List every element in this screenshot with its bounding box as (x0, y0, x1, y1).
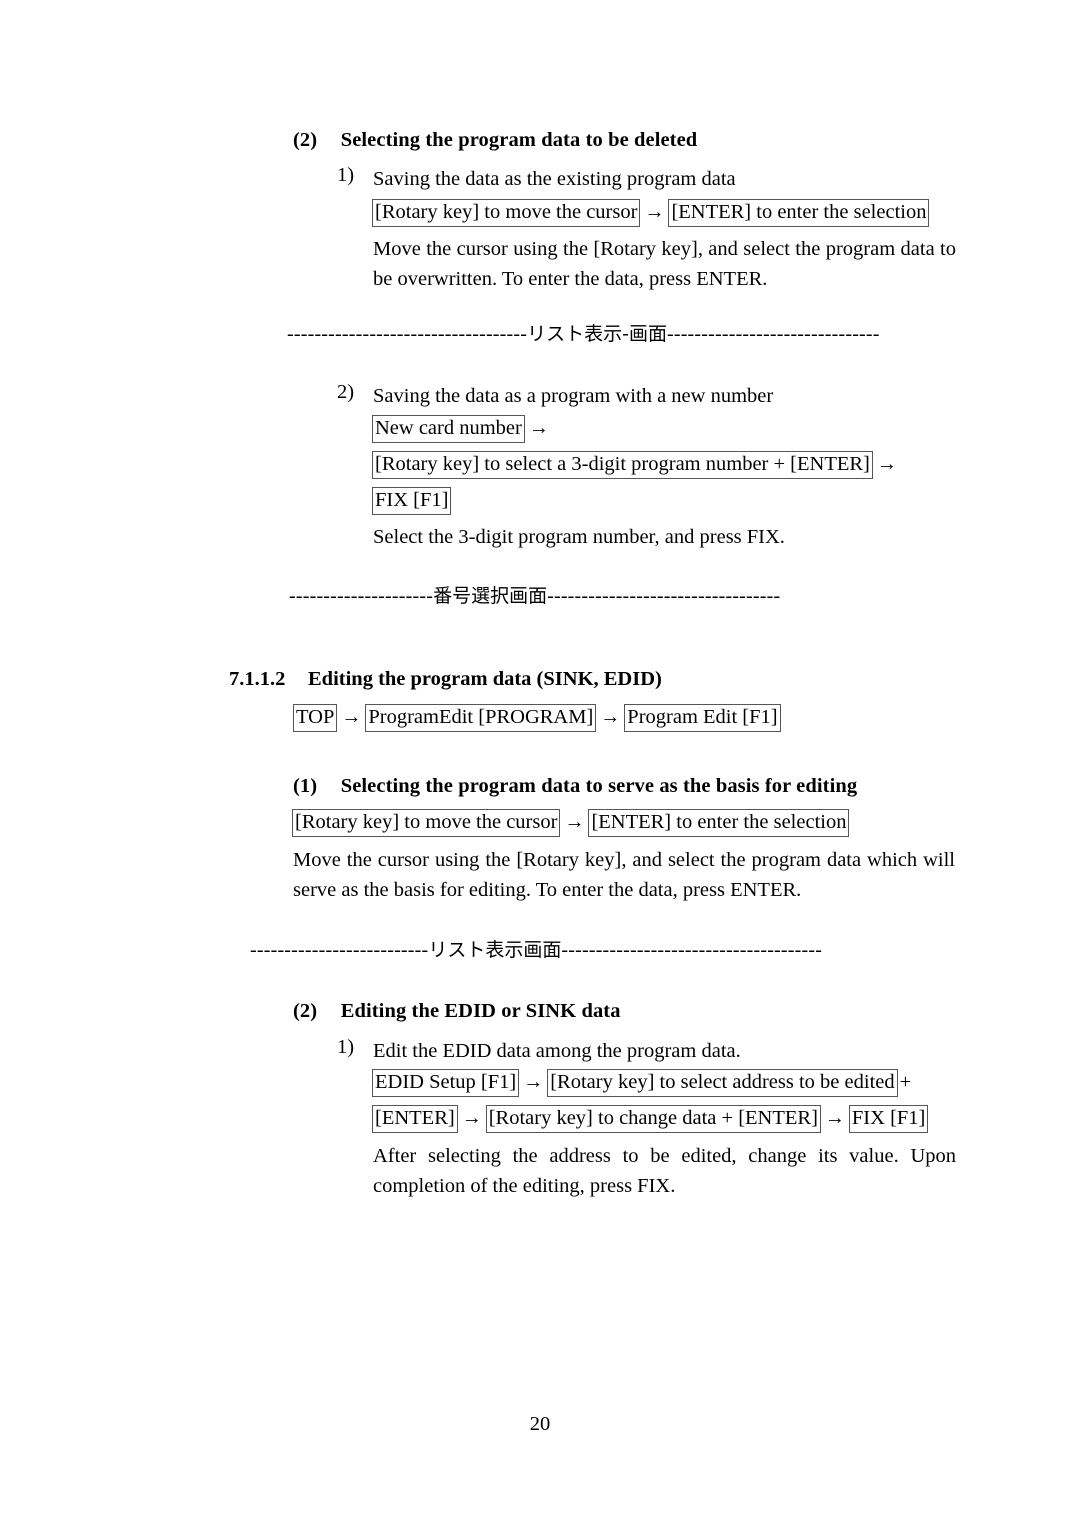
key-box-fix-f1[interactable]: FIX [F1] (848, 1105, 929, 1133)
page-number: 20 (529, 1413, 551, 1435)
key-box-rotary-change-data[interactable]: [Rotary key] to change data + [ENTER] (485, 1105, 821, 1133)
section-heading-text: Selecting the program data to be deleted (340, 129, 698, 151)
section-heading-deleted: (2) Selecting the program data to be del… (293, 129, 697, 152)
key-box-fix-f1[interactable]: FIX [F1] (372, 487, 452, 515)
plus-symbol: + (899, 1071, 912, 1093)
arrow-icon: → (341, 706, 362, 728)
separator-label: 番号選択画面 (433, 585, 548, 607)
section-number-7112: 7.1.1.2 (229, 668, 286, 690)
description-after-selecting: After selecting the address to be edited… (373, 1145, 956, 1197)
arrow-icon: → (523, 1071, 544, 1093)
separator-number-selection-screen: ---------------------番号選択画面-------------… (289, 581, 780, 608)
arrow-icon: → (824, 1107, 845, 1129)
key-box-rotary-select-3digit[interactable]: [Rotary key] to select a 3-digit program… (372, 451, 873, 479)
key-box-rotary-move-cursor[interactable]: [Rotary key] to move the cursor (292, 809, 561, 837)
item-marker-1: 1) (337, 164, 355, 186)
separator-dashes-right: -------------------------------------- (561, 939, 823, 961)
key-sequence-fix-f1: FIX [F1] (372, 487, 452, 515)
part-heading-text: Editing the EDID or SINK data (340, 1000, 621, 1022)
separator-list-display-screen-2: --------------------------リスト表示画面-------… (250, 935, 822, 962)
arrow-icon: → (876, 453, 897, 475)
description-overwrite: Move the cursor using the [Rotary key], … (373, 238, 956, 290)
arrow-icon: → (564, 811, 585, 833)
nav-path-program-edit: TOP → ProgramEdit [PROGRAM] → Program Edit [… (293, 704, 781, 732)
separator-list-display-screen-1: -----------------------------------リスト表示… (287, 319, 880, 346)
section-marker: (2) (293, 129, 318, 151)
key-sequence-edid-setup: EDID Setup [F1] → [Rotary key] to select a… (372, 1069, 913, 1097)
key-box-enter-selection[interactable]: [ENTER] to enter the selection (668, 199, 930, 227)
key-box-enter-selection[interactable]: [ENTER] to enter the selection (588, 809, 850, 837)
key-sequence-rotary-enter-2: [Rotary key] to move the cursor → [ENTER] … (292, 809, 850, 837)
description-select-3digit: Select the 3-digit program number, and p… (373, 526, 785, 548)
key-box-programedit-program[interactable]: ProgramEdit [PROGRAM] (365, 704, 597, 732)
item-title-saving-new-number: Saving the data as a program with a new … (373, 385, 774, 407)
key-box-enter[interactable]: [ENTER] (372, 1105, 458, 1133)
key-sequence-rotary-enter-1: [Rotary key] to move the cursor → [ENTER] … (372, 199, 930, 227)
part-heading-selecting-basis: (1) Selecting the program data to serve … (293, 775, 857, 798)
separator-dashes-left: -------------------------- (250, 939, 429, 961)
key-box-new-card-number[interactable]: New card number (372, 415, 525, 443)
item-title-edit-edid: Edit the EDID data among the program dat… (373, 1040, 741, 1062)
arrow-icon: → (600, 706, 621, 728)
separator-dashes-left: ----------------------------------- (287, 323, 528, 345)
item-marker-2: 2) (337, 381, 355, 403)
arrow-icon: → (644, 201, 665, 223)
key-box-edid-setup-f1[interactable]: EDID Setup [F1] (372, 1069, 520, 1097)
part-marker: (2) (293, 1000, 318, 1022)
item-marker-edid-1: 1) (337, 1036, 355, 1058)
separator-dashes-right: ---------------------------------- (547, 585, 781, 607)
description-basis-editing: Move the cursor using the [Rotary key], … (293, 849, 955, 901)
section-heading-editing: Editing the program data (SINK, EDID) (308, 668, 662, 690)
key-box-program-edit-f1[interactable]: Program Edit [F1] (624, 704, 781, 732)
key-box-top[interactable]: TOP (293, 704, 338, 732)
part-marker: (1) (293, 775, 318, 797)
item-title-saving-existing: Saving the data as the existing program … (373, 168, 736, 190)
arrow-icon: → (461, 1107, 482, 1129)
part-heading-text: Selecting the program data to serve as t… (340, 775, 858, 797)
separator-dashes-left: --------------------- (289, 585, 434, 607)
separator-label: リスト表示画面 (428, 939, 562, 961)
key-sequence-new-card-number: New card number → (372, 415, 553, 443)
separator-label: リスト表示-画面 (527, 323, 667, 345)
key-box-rotary-select-address[interactable]: [Rotary key] to select address to be edi… (547, 1069, 898, 1097)
document-page: (2) Selecting the program data to be del… (0, 0, 1080, 1528)
key-sequence-enter-change-fix: [ENTER] → [Rotary key] to change data + [E… (372, 1105, 929, 1133)
key-sequence-select-3digit: [Rotary key] to select a 3-digit program… (372, 451, 901, 479)
separator-dashes-right: ------------------------------- (666, 323, 880, 345)
key-box-rotary-move-cursor[interactable]: [Rotary key] to move the cursor (372, 199, 641, 227)
part-heading-editing-edid-sink: (2) Editing the EDID or SINK data (293, 1000, 621, 1023)
arrow-icon: → (528, 417, 549, 439)
